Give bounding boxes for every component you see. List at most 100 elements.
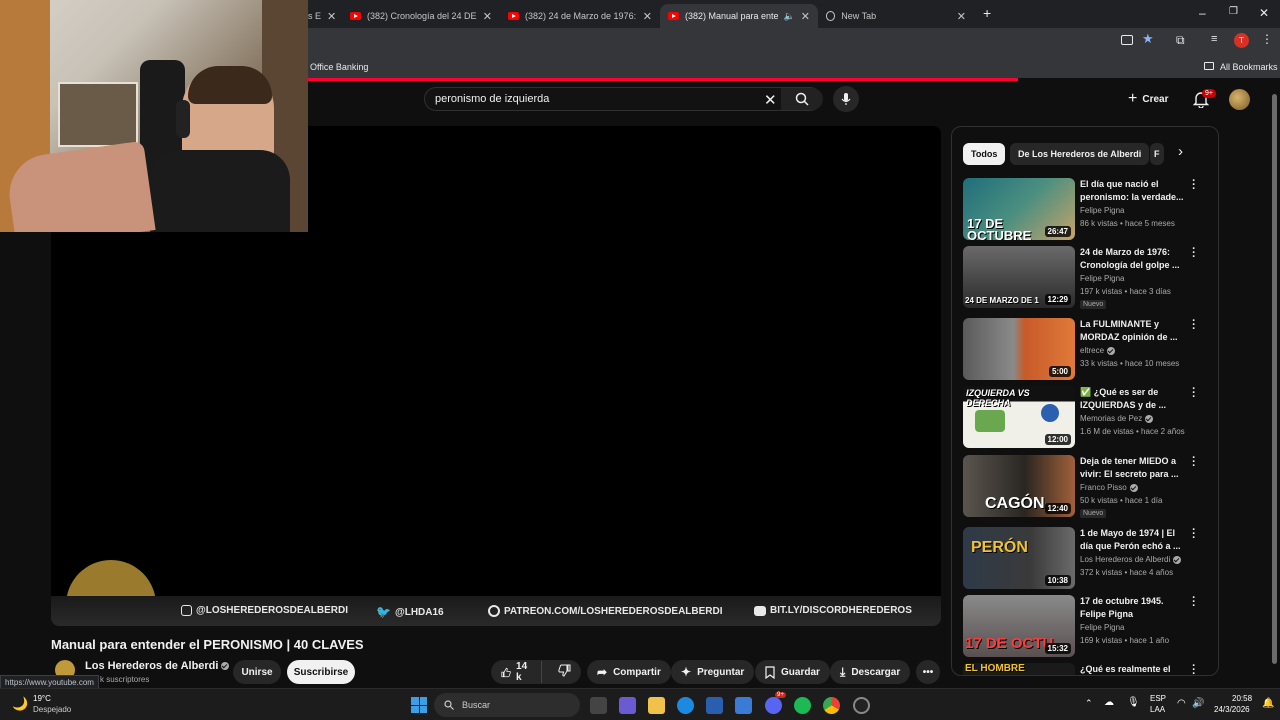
- list-item[interactable]: IZQUIERDA VS DERECHA 12:00 ✅ ¿Qué es ser…: [963, 384, 1213, 450]
- like-button[interactable]: 14 k: [491, 661, 542, 683]
- kebab-menu-icon[interactable]: · · ·: [1191, 453, 1197, 472]
- clock-date[interactable]: 24/3/2026: [1214, 705, 1250, 714]
- bookmark-office-banking[interactable]: Office Banking: [310, 62, 368, 72]
- video-title[interactable]: ¿Qué es realmente el: [1080, 663, 1188, 675]
- channel-name[interactable]: eltrece: [1080, 346, 1104, 355]
- chevron-right-icon[interactable]: ›: [1178, 143, 1183, 160]
- all-bookmarks[interactable]: All Bookmarks: [1220, 62, 1278, 72]
- join-button[interactable]: Unirse: [233, 660, 281, 684]
- app-icon[interactable]: [853, 697, 870, 714]
- tab-active-manual[interactable]: (382) Manual para entender 🔈 ✕: [660, 4, 818, 28]
- subscribe-button[interactable]: Suscribirse: [287, 660, 355, 684]
- task-view-icon[interactable]: [590, 697, 607, 714]
- list-item[interactable]: 24 DE MARZO DE 1 12:29 24 de Marzo de 19…: [963, 244, 1213, 310]
- kebab-menu-icon[interactable]: · · ·: [1191, 525, 1197, 544]
- create-button[interactable]: + Crear: [1128, 90, 1168, 108]
- video-thumbnail[interactable]: EL HOMBRE: [963, 663, 1075, 675]
- close-window-icon[interactable]: ✕: [1259, 6, 1269, 20]
- channel-name[interactable]: Memorias de Pez: [1080, 414, 1142, 423]
- spotify-icon[interactable]: [794, 697, 811, 714]
- cast-icon[interactable]: [1121, 35, 1133, 45]
- microphone-icon[interactable]: 🎙: [1127, 697, 1140, 708]
- list-item[interactable]: EL HOMBRE ¿Qué es realmente el · · ·: [963, 661, 1213, 676]
- chrome-menu-icon[interactable]: ⋮: [1261, 32, 1273, 46]
- search-input[interactable]: peronismo de izquierda ✕: [424, 87, 823, 111]
- language-bottom[interactable]: LAA: [1150, 705, 1165, 714]
- page-scrollbar[interactable]: [1270, 86, 1278, 686]
- profile-avatar[interactable]: T: [1234, 33, 1249, 48]
- chip-todos[interactable]: Todos: [963, 143, 1006, 165]
- discord-icon[interactable]: [765, 697, 782, 714]
- tab-close-icon[interactable]: ✕: [643, 10, 652, 23]
- kebab-menu-icon[interactable]: · · ·: [1191, 176, 1197, 195]
- list-item[interactable]: 17 DE OCTUBRE 26:47 El día que nació el …: [963, 176, 1213, 242]
- volume-icon[interactable]: 🔊: [1192, 698, 1204, 709]
- video-title[interactable]: La FULMINANTE y MORDAZ opinión de ...: [1080, 318, 1188, 344]
- app-icon[interactable]: [619, 697, 636, 714]
- video-title[interactable]: Deja de tener MIEDO a vivir: El secreto …: [1080, 455, 1188, 481]
- account-avatar[interactable]: [1229, 89, 1250, 110]
- list-item[interactable]: 5:00 La FULMINANTE y MORDAZ opinión de .…: [963, 316, 1213, 382]
- kebab-menu-icon[interactable]: · · ·: [1191, 384, 1197, 403]
- reading-list-icon[interactable]: ≡: [1211, 33, 1217, 45]
- audio-icon[interactable]: 🔈: [784, 11, 795, 22]
- kebab-menu-icon[interactable]: · · ·: [1191, 316, 1197, 335]
- ask-button[interactable]: ✦ Preguntar: [671, 660, 755, 684]
- language-top[interactable]: ESP: [1150, 694, 1166, 703]
- tab-close-icon[interactable]: ✕: [801, 10, 810, 23]
- channel-name[interactable]: Felipe Pigna: [1080, 206, 1124, 215]
- clear-search-icon[interactable]: ✕: [764, 91, 777, 109]
- more-actions-button[interactable]: •••: [916, 660, 940, 684]
- video-thumbnail[interactable]: PERÓN 10:38: [963, 527, 1075, 589]
- video-title[interactable]: 1 de Mayo de 1974 | El día que Perón ech…: [1080, 527, 1188, 553]
- channel-name[interactable]: Felipe Pigna: [1080, 623, 1124, 632]
- chevron-up-icon[interactable]: ⌃: [1085, 698, 1093, 709]
- video-thumbnail[interactable]: IZQUIERDA VS DERECHA 12:00: [963, 386, 1075, 448]
- video-thumbnail[interactable]: 24 DE MARZO DE 1 12:29: [963, 246, 1075, 308]
- tab-new-tab[interactable]: New Tab ✕: [818, 4, 974, 28]
- list-item[interactable]: CAGÓN 12:40 Deja de tener MIEDO a vivir:…: [963, 453, 1213, 519]
- voice-search-button[interactable]: [833, 86, 859, 112]
- chip-more[interactable]: F: [1150, 143, 1164, 165]
- kebab-menu-icon[interactable]: · · ·: [1191, 661, 1197, 676]
- video-title[interactable]: El día que nació el peronismo: la verdad…: [1080, 178, 1188, 204]
- file-explorer-icon[interactable]: [648, 697, 665, 714]
- bookmark-star-icon[interactable]: ★: [1142, 31, 1154, 47]
- list-item[interactable]: PERÓN 10:38 1 de Mayo de 1974 | El día q…: [963, 525, 1213, 591]
- taskbar-search[interactable]: Buscar: [434, 693, 580, 717]
- temperature[interactable]: 19°C: [33, 694, 51, 703]
- chip-channel[interactable]: De Los Herederos de Alberdi: [1010, 143, 1150, 165]
- list-item[interactable]: 17 DE OCTU 15:32 17 de octubre 1945. Fel…: [963, 593, 1213, 659]
- kebab-menu-icon[interactable]: · · ·: [1191, 593, 1197, 612]
- tab-cronologia[interactable]: (382) Cronología del 24 DE MAR ✕: [342, 4, 500, 28]
- channel-name[interactable]: Franco Pisso: [1080, 483, 1127, 492]
- video-thumbnail[interactable]: 17 DE OCTUBRE 26:47: [963, 178, 1075, 240]
- video-title[interactable]: 24 de Marzo de 1976: Cronología del golp…: [1080, 246, 1188, 272]
- minimize-icon[interactable]: –: [1199, 6, 1206, 20]
- video-thumbnail[interactable]: CAGÓN 12:40: [963, 455, 1075, 517]
- tab-24-marzo[interactable]: (382) 24 de Marzo de 1976: Cro ✕: [500, 4, 660, 28]
- notification-center-icon[interactable]: 🔔: [1262, 698, 1274, 709]
- extensions-icon[interactable]: ⧉: [1176, 33, 1185, 48]
- save-button[interactable]: Guardar: [755, 660, 830, 684]
- channel-name-text[interactable]: Los Herederos de Alberdi: [85, 660, 218, 672]
- video-title[interactable]: ✅ ¿Qué es ser de IZQUIERDAS y de ...: [1080, 386, 1188, 412]
- search-query[interactable]: peronismo de izquierda: [435, 93, 549, 105]
- share-button[interactable]: ➦ Compartir: [587, 660, 671, 684]
- network-icon[interactable]: ☁: [1104, 697, 1114, 708]
- download-button[interactable]: ⤓ Descargar: [830, 660, 911, 684]
- tab-close-icon[interactable]: ✕: [483, 10, 492, 23]
- video-thumbnail[interactable]: 5:00: [963, 318, 1075, 380]
- store-icon[interactable]: [706, 697, 723, 714]
- clock-time[interactable]: 20:58: [1232, 694, 1252, 703]
- channel-name[interactable]: Los Herederos de Alberdi: [85, 660, 230, 672]
- video-thumbnail[interactable]: 17 DE OCTU 15:32: [963, 595, 1075, 657]
- weather-text[interactable]: Despejado: [33, 705, 71, 714]
- scrollbar-thumb[interactable]: [1272, 94, 1277, 664]
- windows-start-icon[interactable]: [411, 697, 427, 713]
- video-title[interactable]: 17 de octubre 1945. Felipe Pigna: [1080, 595, 1188, 621]
- tab-close-icon[interactable]: ✕: [957, 10, 966, 23]
- chrome-icon[interactable]: [823, 697, 840, 714]
- channel-name[interactable]: Felipe Pigna: [1080, 274, 1124, 283]
- edge-icon[interactable]: [677, 697, 694, 714]
